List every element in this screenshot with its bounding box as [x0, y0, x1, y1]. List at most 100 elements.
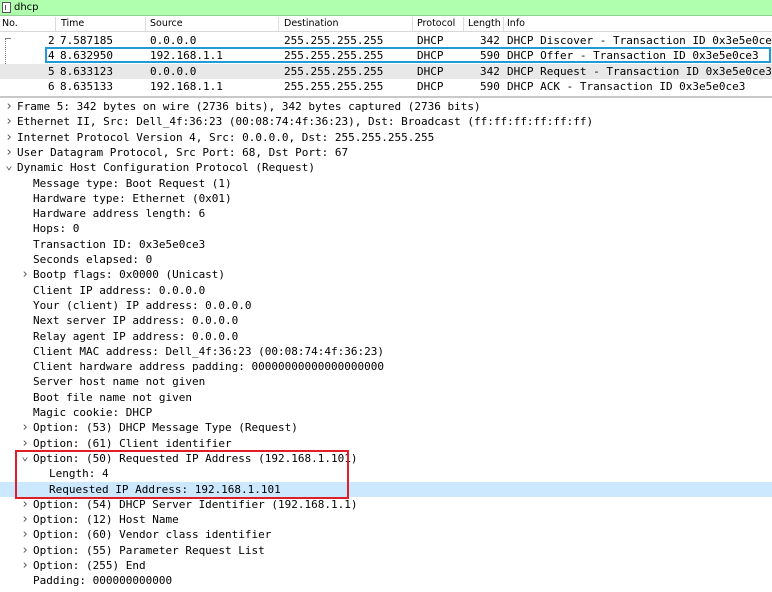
- pane-splitter[interactable]: [0, 96, 772, 98]
- detail-text: Frame 5: 342 bytes on wire (2736 bits), …: [17, 100, 481, 113]
- detail-text: Option: (60) Vendor class identifier: [33, 528, 272, 542]
- detail-text: Relay agent IP address: 0.0.0.0: [33, 329, 239, 343]
- detail-text: Option: (50) Requested IP Address (192.1…: [33, 451, 358, 465]
- display-filter-input[interactable]: dhcp: [14, 1, 39, 15]
- detail-text: Dynamic Host Configuration Protocol (Req…: [17, 161, 316, 175]
- packet-cell-info: DHCP ACK - Transaction ID 0x3e5e0ce3: [507, 79, 746, 93]
- packet-cell-destination: 255.255.255.255: [284, 79, 384, 93]
- detail-text: Hops: 0: [33, 222, 80, 236]
- detail-text: User Datagram Protocol, Src Port: 68, Ds…: [17, 145, 349, 159]
- packet-cell-source: 0.0.0.0: [150, 64, 197, 78]
- detail-row[interactable]: › Ethernet II, Src: Dell_4f:36:23 (00:08:…: [0, 114, 772, 129]
- detail-row[interactable]: Transaction ID: 0x3e5e0ce3: [0, 237, 772, 252]
- detail-row[interactable]: › Option: (12) Host Name: [0, 512, 772, 527]
- detail-row[interactable]: › Option: (53) DHCP Message Type (Request…: [0, 420, 772, 435]
- detail-text: Server host name not given: [33, 375, 206, 389]
- detail-text: Your (client) IP address: 0.0.0.0: [33, 298, 252, 312]
- detail-text: Next server IP address: 0.0.0.0: [33, 314, 239, 328]
- detail-row[interactable]: Server host name not given: [0, 374, 772, 389]
- detail-text: Bootp flags: 0x0000 (Unicast): [33, 268, 226, 282]
- column-info[interactable]: Info: [507, 18, 525, 30]
- detail-row[interactable]: › Internet Protocol Version 4, Src: 0.0.0…: [0, 130, 772, 145]
- packet-cell-time: 7.587185: [60, 34, 113, 47]
- detail-text: Padding: 000000000000: [33, 574, 173, 588]
- detail-text: Option: (61) Client identifier: [33, 436, 232, 450]
- bookmark-icon[interactable]: [2, 2, 11, 13]
- column-time[interactable]: Time: [61, 18, 84, 30]
- packet-row[interactable]: 5 8.633123 0.0.0.0 255.255.255.255 DHCP 342 DH…: [0, 63, 772, 79]
- packet-cell-protocol: DHCP: [417, 64, 444, 78]
- detail-text: Option: (53) DHCP Message Type (Request): [33, 421, 298, 435]
- packet-cell-no: 4: [48, 49, 55, 63]
- detail-row[interactable]: Boot file name not given: [0, 390, 772, 405]
- detail-row[interactable]: › Bootp flags: 0x0000 (Unicast): [0, 267, 772, 282]
- detail-text: Length: 4: [49, 467, 109, 481]
- packet-row[interactable]: 2 7.587185 0.0.0.0 255.255.255.255 DHCP 342 DH…: [0, 33, 772, 48]
- detail-row[interactable]: Seconds elapsed: 0: [0, 252, 772, 267]
- packet-cell-time: 8.633123: [60, 64, 113, 78]
- detail-text: Option: (255) End: [33, 559, 146, 572]
- expand-chevron-icon[interactable]: ›: [19, 558, 31, 573]
- column-source[interactable]: Source: [150, 18, 183, 30]
- detail-text: Seconds elapsed: 0: [33, 253, 153, 266]
- packet-cell-protocol: DHCP: [417, 79, 444, 93]
- expand-chevron-icon[interactable]: ›: [19, 267, 31, 282]
- detail-text: Requested IP Address: 192.168.1.101: [49, 482, 281, 496]
- packet-cell-protocol: DHCP: [417, 49, 444, 63]
- column-no[interactable]: No.: [2, 18, 18, 30]
- detail-row[interactable]: Hardware type: Ethernet (0x01): [0, 191, 772, 206]
- detail-text: Hardware type: Ethernet (0x01): [33, 191, 232, 205]
- packet-row[interactable]: 4 8.632950 192.168.1.1 255.255.255.255 DHCP 5…: [0, 48, 772, 63]
- packet-cell-length: 342: [480, 64, 500, 78]
- expand-chevron-icon[interactable]: ›: [3, 114, 15, 129]
- collapse-chevron-icon[interactable]: ⌄: [3, 159, 15, 171]
- detail-row[interactable]: Relay agent IP address: 0.0.0.0: [0, 329, 772, 344]
- detail-row[interactable]: › Option: (60) Vendor class identifier: [0, 527, 772, 542]
- detail-text: Client MAC address: Dell_4f:36:23 (00:08…: [33, 344, 384, 358]
- packet-cell-no: 5: [48, 64, 55, 78]
- collapse-chevron-icon[interactable]: ⌄: [19, 450, 31, 462]
- display-filter-bar[interactable]: dhcp: [0, 0, 772, 16]
- expand-chevron-icon[interactable]: ›: [19, 512, 31, 527]
- detail-row[interactable]: Hops: 0: [0, 221, 772, 236]
- detail-text: Option: (12) Host Name: [33, 513, 179, 527]
- detail-row[interactable]: Message type: Boot Request (1): [0, 176, 772, 191]
- detail-row[interactable]: Length: 4: [0, 466, 772, 481]
- detail-row[interactable]: Magic cookie: DHCP: [0, 405, 772, 420]
- detail-row[interactable]: › Option: (54) DHCP Server Identifier (19…: [0, 497, 772, 512]
- packet-cell-length: 590: [480, 79, 500, 93]
- expand-chevron-icon[interactable]: ›: [19, 497, 31, 512]
- detail-row[interactable]: › Frame 5: 342 bytes on wire (2736 bits),…: [0, 99, 772, 114]
- packet-cell-info: DHCP Discover - Transaction ID 0x3e5e0ce…: [507, 34, 772, 47]
- detail-row[interactable]: Requested IP Address: 192.168.1.101: [0, 481, 772, 497]
- detail-row[interactable]: › User Datagram Protocol, Src Port: 68, D…: [0, 145, 772, 160]
- packet-cell-protocol: DHCP: [417, 34, 444, 47]
- detail-row[interactable]: › Option: (55) Parameter Request List: [0, 543, 772, 558]
- packet-cell-no: 2: [48, 34, 55, 47]
- detail-row[interactable]: ⌄ Dynamic Host Configuration Protocol (Re…: [0, 159, 772, 175]
- expand-chevron-icon[interactable]: ›: [19, 543, 31, 558]
- detail-row[interactable]: › Option: (61) Client identifier: [0, 436, 772, 451]
- detail-row[interactable]: Client IP address: 0.0.0.0: [0, 283, 772, 298]
- expand-chevron-icon[interactable]: ›: [3, 130, 15, 145]
- column-protocol[interactable]: Protocol: [417, 18, 455, 30]
- detail-row[interactable]: Padding: 000000000000: [0, 573, 772, 588]
- expand-chevron-icon[interactable]: ›: [19, 527, 31, 542]
- detail-text: Ethernet II, Src: Dell_4f:36:23 (00:08:7…: [17, 115, 594, 129]
- column-length[interactable]: Length: [468, 18, 501, 30]
- packet-cell-info: DHCP Offer - Transaction ID 0x3e5e0ce3: [507, 49, 759, 63]
- detail-row[interactable]: Client hardware address padding: 0000000…: [0, 359, 772, 374]
- expand-chevron-icon[interactable]: ›: [19, 420, 31, 435]
- detail-text: Option: (54) DHCP Server Identifier (192…: [33, 497, 358, 511]
- packet-cell-time: 8.635133: [60, 79, 113, 93]
- detail-row[interactable]: › Option: (255) End: [0, 558, 772, 573]
- detail-text: Boot file name not given: [33, 390, 192, 404]
- detail-row[interactable]: ⌄ Option: (50) Requested IP Address (192.…: [0, 450, 772, 466]
- column-destination[interactable]: Destination: [284, 18, 339, 30]
- detail-row[interactable]: Hardware address length: 6: [0, 206, 772, 221]
- expand-chevron-icon[interactable]: ›: [3, 99, 15, 114]
- detail-row[interactable]: Your (client) IP address: 0.0.0.0: [0, 298, 772, 313]
- detail-row[interactable]: Client MAC address: Dell_4f:36:23 (00:08…: [0, 344, 772, 359]
- detail-row[interactable]: Next server IP address: 0.0.0.0: [0, 313, 772, 328]
- packet-row[interactable]: 6 8.635133 192.168.1.1 255.255.255.255 DHCP 5…: [0, 79, 772, 94]
